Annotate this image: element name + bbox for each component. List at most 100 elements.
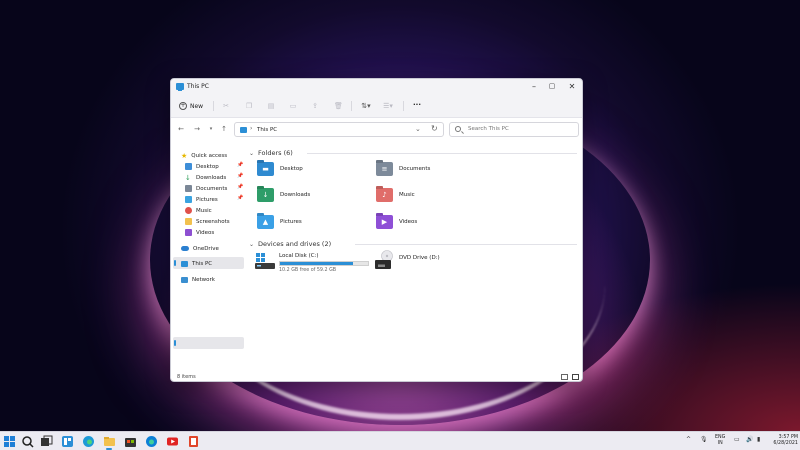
- clock[interactable]: 3:57 PM 6/28/2021: [768, 435, 798, 447]
- search-icon[interactable]: [21, 435, 34, 448]
- search-icon: [455, 126, 461, 132]
- sidebar-item-label: This PC: [192, 260, 213, 267]
- refresh-icon[interactable]: ↻: [431, 124, 438, 133]
- sidebar-item-this-pc[interactable]: This PC: [181, 258, 212, 269]
- sidebar-item-label: Videos: [196, 229, 215, 236]
- sidebar-item-quick-access[interactable]: ★ Quick access: [181, 150, 227, 161]
- search-input[interactable]: [468, 126, 573, 132]
- sidebar-item-label: Downloads: [196, 174, 227, 181]
- sidebar-item-screenshots[interactable]: Screenshots: [185, 216, 230, 227]
- sidebar-item-label: Music: [196, 207, 212, 214]
- microsoft-store-icon[interactable]: [124, 435, 137, 448]
- folder-label: Downloads: [280, 192, 311, 198]
- folder-label: Desktop: [280, 166, 303, 172]
- download-icon: ↓: [185, 173, 191, 182]
- drive-dvd-d[interactable]: DVD Drive (D:): [375, 250, 475, 274]
- start-windows-icon[interactable]: [3, 435, 16, 448]
- speaker-icon[interactable]: 🔊: [746, 436, 753, 443]
- view-icon[interactable]: ☰▾: [381, 102, 395, 110]
- selection-highlight: [173, 337, 244, 349]
- chevron-down-icon[interactable]: ⌄: [415, 125, 421, 133]
- file-explorer-icon[interactable]: [103, 435, 116, 448]
- drive-usage-fill: [280, 262, 354, 265]
- drive-label: Local Disk (C:): [279, 253, 319, 259]
- sidebar-item-downloads[interactable]: ↓ Downloads: [185, 172, 226, 183]
- youtube-icon[interactable]: [166, 435, 179, 448]
- hard-drive-icon: [255, 253, 275, 269]
- edge-icon[interactable]: [145, 435, 158, 448]
- music-icon: [185, 207, 192, 214]
- cloud-icon: [181, 246, 189, 251]
- folder-pictures[interactable]: ▲ Pictures: [257, 215, 302, 229]
- downloads-folder-icon: ↓: [257, 188, 274, 202]
- share-icon[interactable]: ⇪: [311, 102, 319, 110]
- this-pc-icon: [240, 127, 247, 133]
- folders-section-header[interactable]: ⌄ Folders (6): [249, 149, 293, 157]
- paste-icon[interactable]: ▤: [267, 102, 275, 110]
- folder-documents[interactable]: ≡ Documents: [376, 162, 430, 176]
- details-view-icon[interactable]: [561, 374, 568, 380]
- minimize-button[interactable]: –: [527, 81, 541, 92]
- address-bar[interactable]: › This PC ⌄ ↻: [234, 122, 444, 137]
- more-options-icon[interactable]: ...: [411, 99, 423, 107]
- edge-browser-icon[interactable]: [82, 435, 95, 448]
- rename-icon[interactable]: ▭: [289, 102, 297, 110]
- sidebar-item-desktop[interactable]: Desktop: [185, 161, 219, 172]
- folder-desktop[interactable]: ▬ Desktop: [257, 162, 303, 176]
- separator: [213, 101, 214, 111]
- folder-downloads[interactable]: ↓ Downloads: [257, 188, 310, 202]
- widgets-icon[interactable]: [61, 435, 74, 448]
- delete-icon[interactable]: 🗑: [334, 102, 343, 110]
- folder-music[interactable]: ♪ Music: [376, 188, 415, 202]
- navigation-bar: ← → ▾ ↑ › This PC ⌄ ↻: [171, 118, 582, 140]
- folder-label: Pictures: [280, 219, 302, 225]
- maximize-button[interactable]: ▢: [545, 81, 559, 92]
- folder-icon: [185, 218, 192, 225]
- microphone-icon[interactable]: 🎙: [700, 436, 708, 443]
- section-title: Devices and drives (2): [258, 240, 332, 248]
- pin-icon[interactable]: 📌: [237, 195, 243, 201]
- navigation-pane: ★ Quick access Desktop 📌 ↓ Downloads 📌 D…: [171, 143, 245, 373]
- search-box[interactable]: [449, 122, 579, 137]
- drive-local-disk-c[interactable]: Local Disk (C:) 10.2 GB free of 59.2 GB: [255, 252, 375, 276]
- large-icons-view-icon[interactable]: [572, 374, 579, 380]
- chevron-down-icon: ⌄: [249, 149, 255, 157]
- sidebar-item-videos[interactable]: Videos: [185, 227, 214, 238]
- chevron-up-icon[interactable]: ^: [686, 436, 691, 443]
- sidebar-item-music[interactable]: Music: [185, 205, 212, 216]
- up-arrow-icon[interactable]: ↑: [220, 124, 228, 134]
- plus-icon: +: [179, 102, 187, 110]
- sidebar-item-network[interactable]: Network: [181, 274, 215, 285]
- office-icon[interactable]: [187, 435, 200, 448]
- title-bar[interactable]: This PC – ▢ ✕: [171, 79, 582, 94]
- folder-videos[interactable]: ▶ Videos: [376, 215, 417, 229]
- copy-icon[interactable]: ❐: [245, 102, 253, 110]
- sidebar-item-pictures[interactable]: Pictures: [185, 194, 218, 205]
- sort-icon[interactable]: ⇅▾: [359, 102, 373, 110]
- pin-icon[interactable]: 📌: [237, 162, 243, 168]
- close-button[interactable]: ✕: [565, 81, 579, 92]
- recent-locations-chevron-icon[interactable]: ▾: [207, 124, 215, 134]
- forward-arrow-icon[interactable]: →: [193, 124, 201, 134]
- separator: [351, 101, 352, 111]
- devices-section-header[interactable]: ⌄ Devices and drives (2): [249, 240, 331, 248]
- command-bar: + New ✂ ❐ ▤ ▭ ⇪ 🗑 ⇅▾ ☰▾ ...: [171, 94, 582, 118]
- task-view-icon[interactable]: [40, 435, 53, 448]
- battery-icon[interactable]: ▮: [757, 436, 760, 443]
- display-icon[interactable]: ▭: [734, 436, 740, 443]
- sidebar-item-label: Pictures: [196, 196, 218, 203]
- sidebar-item-onedrive[interactable]: OneDrive: [181, 243, 219, 254]
- chevron-right-icon[interactable]: ›: [250, 125, 252, 132]
- language-indicator[interactable]: ENG IN: [715, 435, 725, 447]
- sidebar-item-documents[interactable]: Documents: [185, 183, 227, 194]
- back-arrow-icon[interactable]: ←: [177, 124, 185, 134]
- new-button[interactable]: + New: [179, 100, 203, 112]
- network-icon: [181, 276, 188, 283]
- pin-icon[interactable]: 📌: [237, 184, 243, 190]
- pin-icon[interactable]: 📌: [237, 173, 243, 179]
- separator: [403, 101, 404, 111]
- sidebar-item-label: Quick access: [191, 152, 228, 159]
- cut-icon[interactable]: ✂: [222, 102, 230, 110]
- music-folder-icon: ♪: [376, 188, 393, 202]
- clock-date: 6/28/2021: [773, 441, 798, 446]
